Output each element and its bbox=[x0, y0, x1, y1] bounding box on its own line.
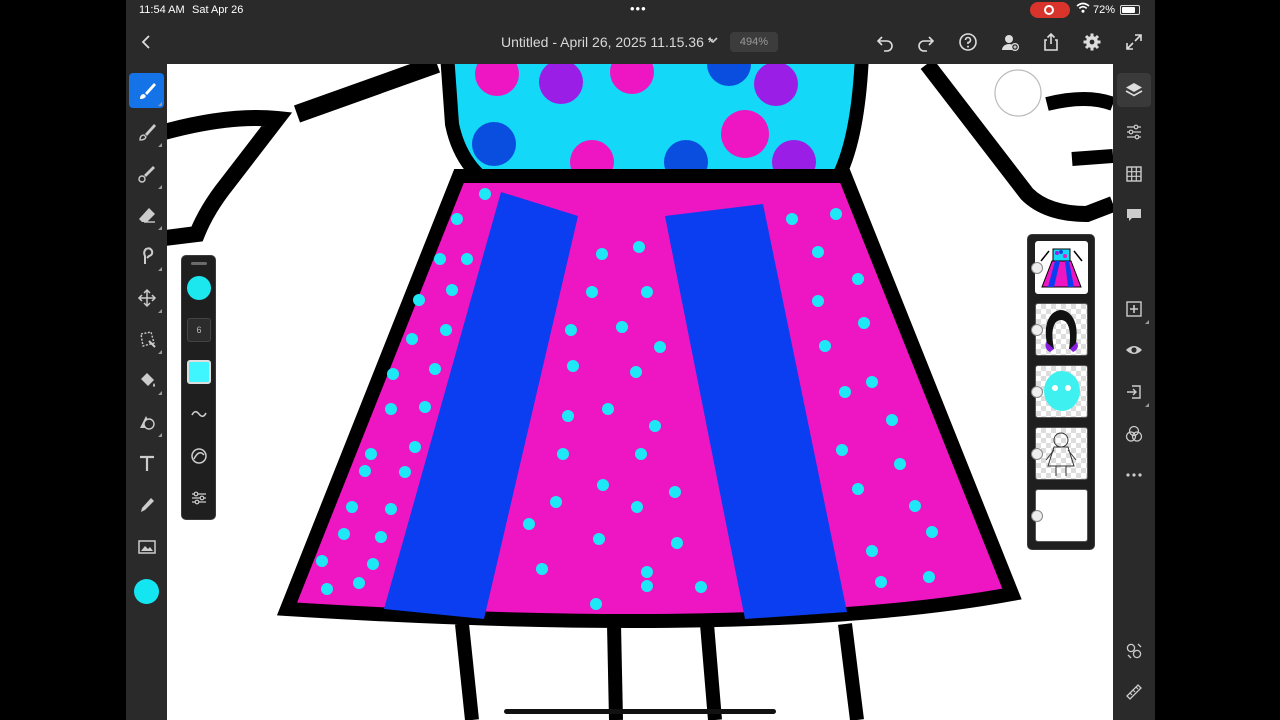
text-icon[interactable] bbox=[129, 445, 164, 480]
drawing-canvas[interactable] bbox=[167, 64, 1113, 720]
smudge-icon[interactable] bbox=[129, 238, 164, 273]
shape-icon[interactable] bbox=[129, 404, 164, 439]
eraser-icon[interactable] bbox=[129, 197, 164, 232]
vector-brush-icon[interactable] bbox=[129, 156, 164, 191]
import-icon[interactable] bbox=[1117, 375, 1151, 409]
artwork bbox=[167, 64, 1113, 720]
zoom-level[interactable]: 494% bbox=[730, 32, 778, 52]
adjust-icon[interactable] bbox=[1117, 634, 1151, 668]
status-date: Sat Apr 26 bbox=[192, 4, 244, 16]
layer-visibility-badge[interactable] bbox=[1031, 262, 1043, 274]
fill-icon[interactable] bbox=[129, 362, 164, 397]
panel-grip[interactable] bbox=[191, 262, 207, 265]
home-indicator[interactable] bbox=[504, 709, 776, 714]
back-icon[interactable] bbox=[135, 30, 159, 54]
share-icon[interactable] bbox=[1039, 30, 1063, 54]
layer-visibility-badge[interactable] bbox=[1031, 324, 1043, 336]
brush-blend-icon[interactable] bbox=[187, 444, 211, 468]
layers-icon[interactable] bbox=[1117, 73, 1151, 107]
chevron-down-icon[interactable] bbox=[706, 33, 720, 47]
status-time: 11:54 AM bbox=[139, 4, 185, 16]
move-icon[interactable] bbox=[129, 280, 164, 315]
brush-panel: 6 bbox=[181, 255, 216, 520]
ruler-icon[interactable] bbox=[1117, 675, 1151, 709]
battery-percent: 72% bbox=[1093, 4, 1116, 16]
help-icon[interactable] bbox=[956, 30, 980, 54]
grid-icon[interactable] bbox=[1117, 157, 1151, 191]
top-bar: Untitled - April 26, 2025 11.15.36 * 494… bbox=[126, 20, 1155, 64]
brush-opacity-button[interactable] bbox=[187, 360, 211, 384]
pixel-brush-icon[interactable] bbox=[129, 114, 164, 149]
visibility-icon[interactable] bbox=[1117, 333, 1151, 367]
layer-properties-icon[interactable] bbox=[1117, 115, 1151, 149]
layer-visibility-badge[interactable] bbox=[1031, 386, 1043, 398]
eyedropper-icon[interactable] bbox=[129, 487, 164, 522]
layer-visibility-badge[interactable] bbox=[1031, 448, 1043, 460]
battery-icon bbox=[1120, 5, 1140, 15]
left-toolbar bbox=[126, 64, 167, 720]
image-icon[interactable] bbox=[129, 529, 164, 564]
screen-record-icon[interactable] bbox=[1030, 2, 1070, 18]
right-toolbar bbox=[1113, 64, 1155, 720]
brush-settings-icon[interactable] bbox=[187, 486, 211, 510]
settings-icon[interactable] bbox=[1080, 30, 1104, 54]
user-add-icon[interactable] bbox=[998, 30, 1022, 54]
undo-icon[interactable] bbox=[873, 30, 897, 54]
ipad-screen: 11:54 AM Sat Apr 26 ••• 72% Untitled - A… bbox=[126, 0, 1155, 720]
brush-size-button[interactable]: 6 bbox=[187, 318, 211, 342]
brush-color-button[interactable] bbox=[187, 276, 211, 300]
brush-cursor bbox=[994, 69, 1042, 117]
add-layer-icon[interactable] bbox=[1117, 292, 1151, 326]
stroke-smoothing-icon[interactable] bbox=[187, 402, 211, 426]
redo-icon[interactable] bbox=[914, 30, 938, 54]
layers-panel bbox=[1027, 234, 1095, 550]
more-icon[interactable] bbox=[1117, 458, 1151, 492]
paint-brush-icon[interactable] bbox=[129, 73, 164, 108]
fullscreen-icon[interactable] bbox=[1122, 30, 1146, 54]
transform-icon[interactable] bbox=[129, 321, 164, 356]
layer-visibility-badge[interactable] bbox=[1031, 510, 1043, 522]
wifi-icon bbox=[1076, 2, 1090, 17]
comment-icon[interactable] bbox=[1117, 198, 1151, 232]
multitasking-dots-icon[interactable]: ••• bbox=[630, 1, 647, 16]
document-title[interactable]: Untitled - April 26, 2025 11.15.36 * bbox=[501, 34, 713, 50]
status-bar: 11:54 AM Sat Apr 26 ••• 72% bbox=[126, 0, 1155, 20]
color-swatch[interactable] bbox=[134, 579, 159, 604]
blend-mode-icon[interactable] bbox=[1117, 417, 1151, 451]
